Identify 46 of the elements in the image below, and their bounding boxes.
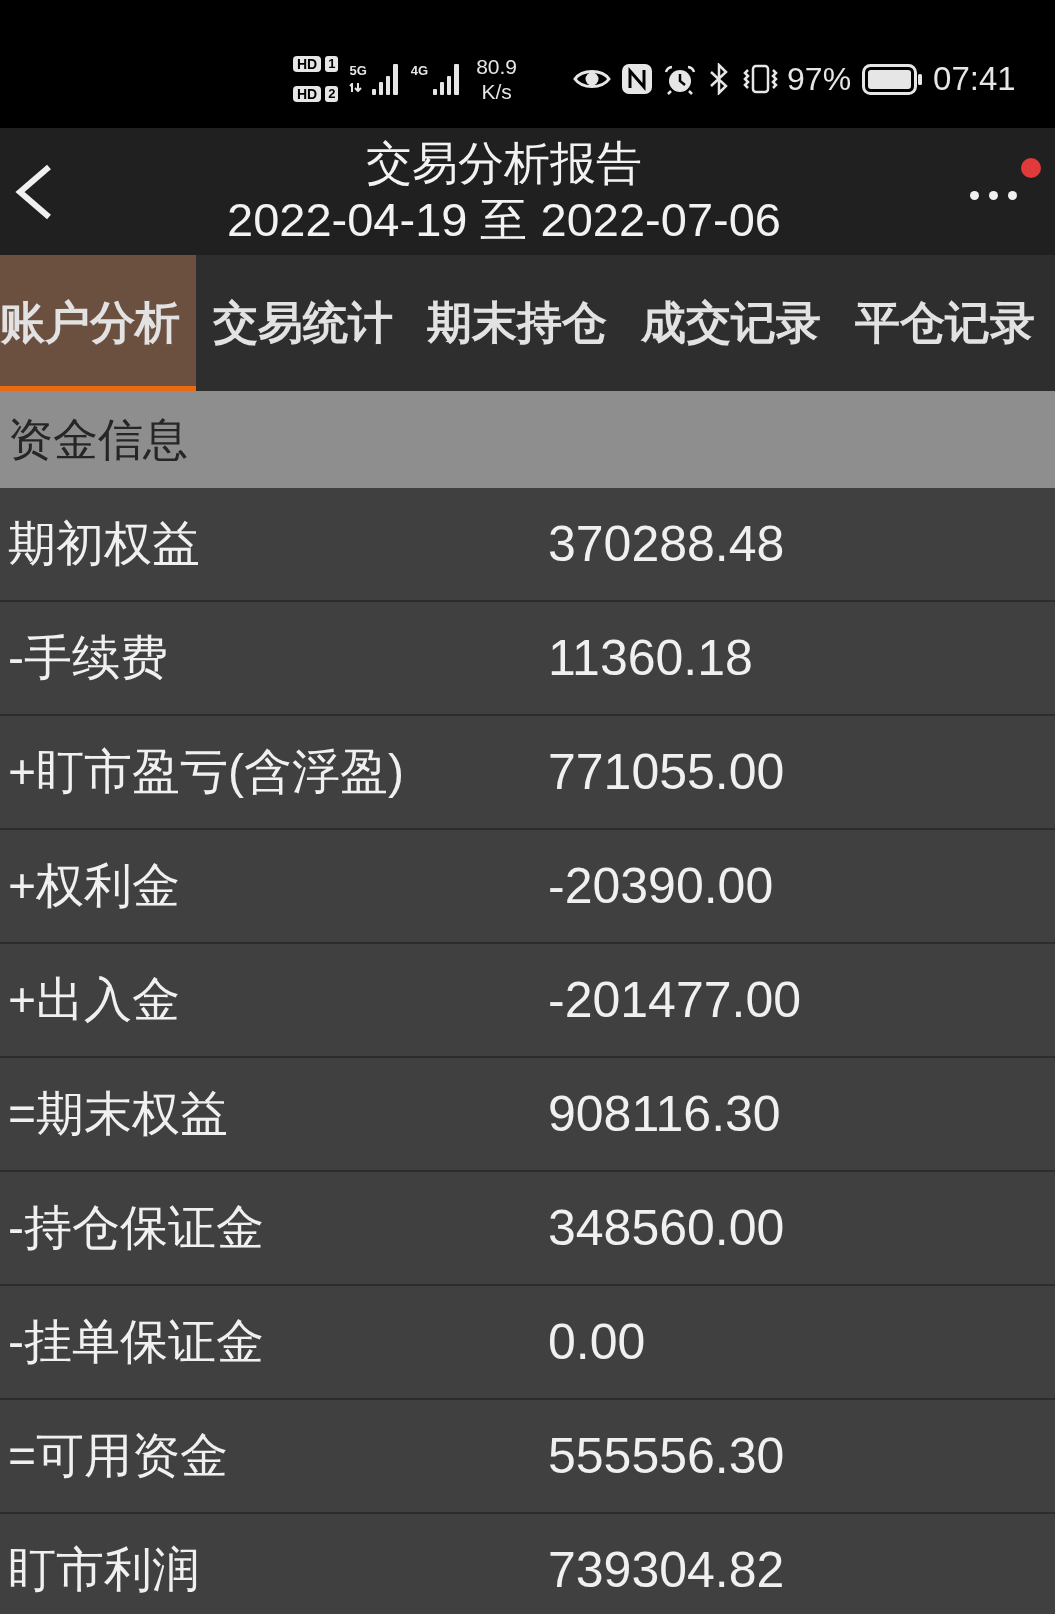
- hd-badge: HD: [293, 56, 322, 72]
- hd-badge: HD: [293, 86, 322, 102]
- tab[interactable]: 成交记录: [624, 255, 838, 391]
- row-value: -201477.00: [548, 971, 802, 1029]
- alarm-icon: [663, 63, 698, 95]
- sim-slot-badge: 1: [325, 56, 339, 72]
- row-label: -挂单保证金: [8, 1314, 265, 1370]
- battery-icon: [862, 63, 923, 95]
- sim-slot-badge: 2: [325, 86, 339, 102]
- row-label: 期初权益: [8, 516, 201, 572]
- tab[interactable]: 交易统计: [196, 255, 410, 391]
- network-label: 5G: [349, 63, 367, 77]
- row-label: -手续费: [8, 630, 169, 686]
- row-value: -20390.00: [548, 857, 775, 915]
- row-value: 555556.30: [548, 1427, 786, 1485]
- clock-time: 07:41: [933, 60, 1016, 98]
- row-value: 771055.00: [548, 743, 786, 801]
- row-label: 盯市利润: [8, 1542, 201, 1598]
- page-title: 交易分析报告: [366, 135, 642, 191]
- row-label: -持仓保证金: [8, 1200, 265, 1256]
- row-value: 11360.18: [548, 629, 754, 687]
- row-label: +盯市盈亏(含浮盈): [8, 744, 405, 800]
- nfc-icon: [622, 64, 653, 94]
- battery-percent: 97%: [787, 60, 852, 98]
- date-range: 2022-04-19 至 2022-07-06: [227, 191, 781, 248]
- network-label: 4G: [410, 63, 429, 77]
- row-value: 739304.82: [548, 1541, 786, 1599]
- network-speed-unit: K/s: [481, 79, 512, 104]
- network-speed-value: 80.9: [476, 54, 518, 79]
- signal-icon: [371, 63, 400, 95]
- back-icon: [14, 163, 54, 220]
- row-value: 370288.48: [548, 515, 786, 573]
- row-label: +权利金: [8, 858, 182, 914]
- tab[interactable]: 账户分析: [0, 255, 196, 391]
- row-value: 0.00: [548, 1313, 647, 1371]
- signal-icon: [433, 63, 462, 95]
- tab[interactable]: 期末持仓: [410, 255, 624, 391]
- tab[interactable]: 平仓记录: [838, 255, 1052, 391]
- section-title: 资金信息: [8, 412, 188, 467]
- row-value: 348560.00: [548, 1199, 786, 1257]
- row-label: =可用资金: [8, 1428, 230, 1484]
- more-icon: [970, 191, 1017, 200]
- row-value: 908116.30: [548, 1085, 782, 1143]
- eye-icon: [573, 68, 612, 90]
- row-label: =期末权益: [8, 1086, 230, 1142]
- row-label: +出入金: [8, 972, 182, 1028]
